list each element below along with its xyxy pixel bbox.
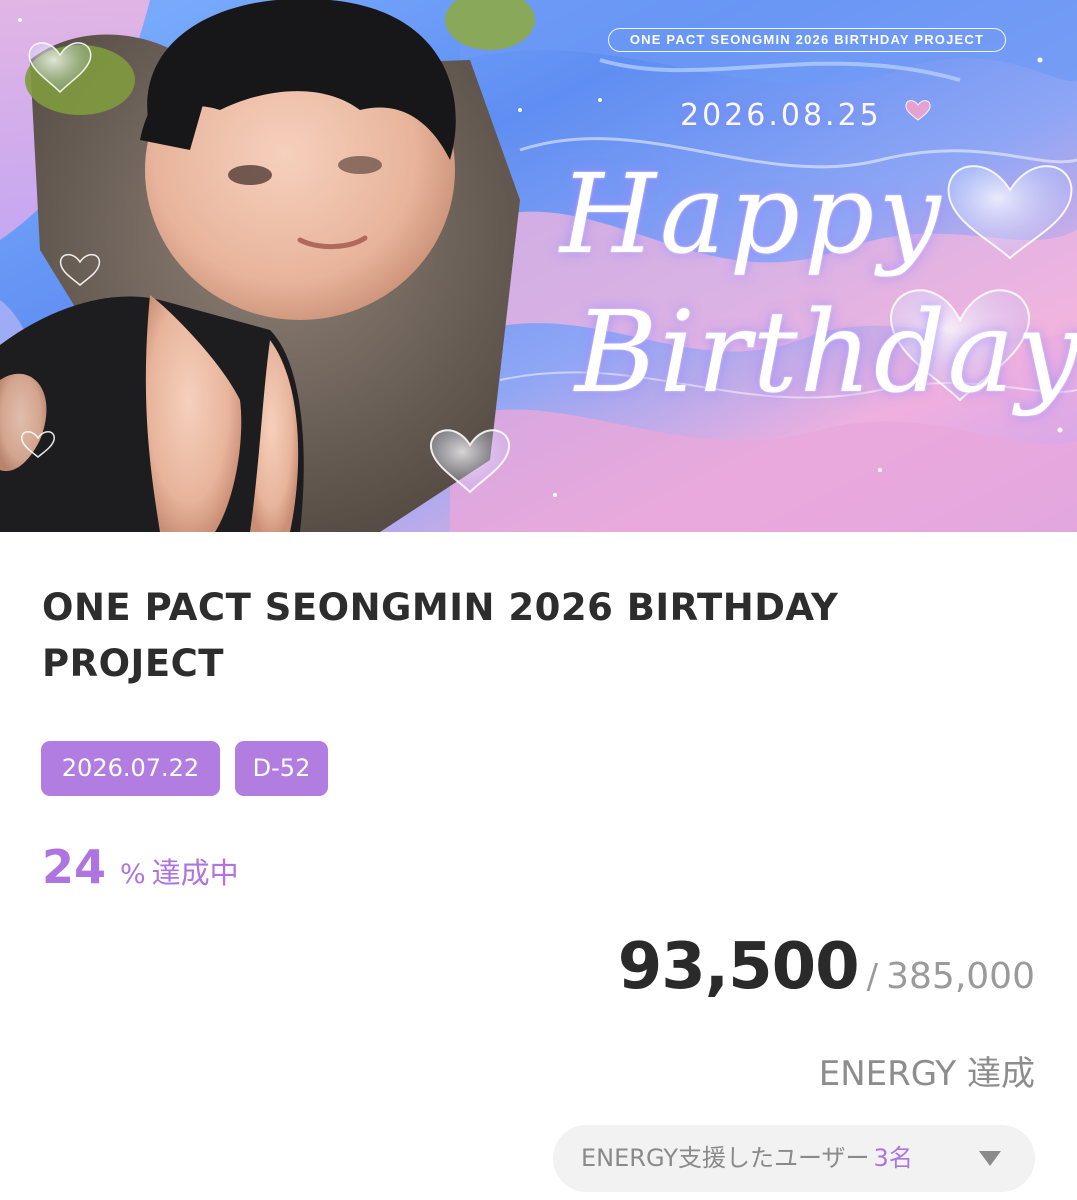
banner-script-birthday: Birthday (575, 288, 1077, 418)
dday-badge: D-52 (235, 741, 328, 796)
banner-project-pill: ONE PACT SEONGMIN 2026 BIRTHDAY PROJECT (608, 28, 1006, 52)
energy-separator: / (866, 957, 879, 997)
banner-event-date: 2026.08.25 (680, 98, 882, 133)
progress-percent: 24 (42, 840, 107, 894)
supporters-dropdown[interactable]: ENERGY支援したユーザー 3名 (553, 1125, 1035, 1192)
energy-amount: 93,500/385,000 (618, 930, 1035, 1004)
supporters-label: ENERGY支援したユーザー (581, 1144, 870, 1172)
banner-script-happy: Happy (560, 150, 945, 278)
deadline-badge: 2026.07.22 (41, 741, 220, 796)
progress-percent-unit: % (120, 859, 146, 890)
progress-status: 24% 達成中 (42, 840, 239, 894)
energy-current: 93,500 (617, 930, 860, 1004)
energy-label: ENERGY 達成 (818, 1054, 1035, 1094)
chevron-down-icon[interactable] (979, 1151, 1001, 1166)
project-banner: ONE PACT SEONGMIN 2026 BIRTHDAY PROJECT … (0, 0, 1077, 532)
supporters-count: 3名 (873, 1144, 913, 1172)
progress-status-text: 達成中 (151, 856, 239, 890)
energy-goal: 385,000 (886, 956, 1035, 997)
project-title: ONE PACT SEONGMIN 2026 BIRTHDAY PROJECT (42, 586, 839, 685)
